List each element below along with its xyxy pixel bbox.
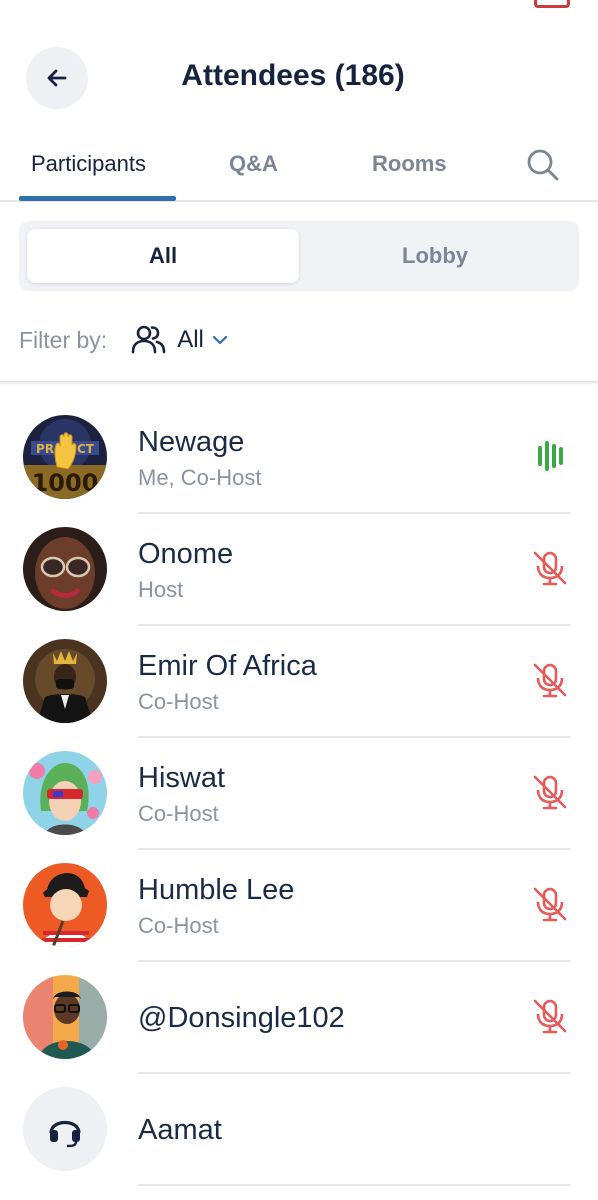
list-item[interactable]: PROJECT 1000 Newage Me, Co-Host bbox=[0, 400, 598, 514]
avatar[interactable] bbox=[23, 639, 107, 723]
tab-rooms[interactable]: Rooms bbox=[372, 151, 447, 177]
filter-bar: Filter by: All bbox=[19, 318, 228, 362]
tab-qa[interactable]: Q&A bbox=[229, 151, 278, 177]
people-icon[interactable] bbox=[129, 321, 167, 359]
section-divider bbox=[0, 381, 598, 385]
avatar[interactable] bbox=[23, 1087, 107, 1171]
project-1000-avatar-image: PROJECT 1000 bbox=[23, 415, 107, 499]
row-divider bbox=[138, 1184, 571, 1186]
active-tab-indicator bbox=[19, 196, 176, 201]
avatar[interactable]: PROJECT 1000 bbox=[23, 415, 107, 499]
crowned-man-avatar-image bbox=[23, 639, 107, 723]
participant-name: Hiswat bbox=[138, 762, 226, 794]
mic-off-icon[interactable] bbox=[530, 884, 570, 924]
glasses-man-avatar-image bbox=[23, 975, 107, 1059]
participant-segment-control: All Lobby bbox=[19, 221, 579, 291]
header: Attendees (186) bbox=[0, 47, 598, 111]
avatar[interactable] bbox=[23, 863, 107, 947]
list-item[interactable]: Onome Host bbox=[0, 512, 598, 626]
woman-avatar-image bbox=[23, 527, 107, 611]
mic-off-icon[interactable] bbox=[530, 996, 570, 1036]
tab-bar: Participants Q&A Rooms bbox=[0, 138, 598, 202]
mic-off-icon[interactable] bbox=[530, 548, 570, 588]
participant-role: Co-Host bbox=[138, 689, 219, 714]
search-icon bbox=[527, 149, 559, 181]
page-title-text: Attendees (186) bbox=[181, 59, 405, 92]
filter-label: Filter by: bbox=[19, 326, 108, 353]
search-button[interactable] bbox=[526, 148, 560, 182]
avatar[interactable] bbox=[23, 975, 107, 1059]
participant-name: @Donsingle102 bbox=[138, 1002, 345, 1034]
tab-participants[interactable]: Participants bbox=[31, 151, 146, 177]
participant-role: Co-Host bbox=[138, 913, 219, 938]
participant-name: Aamat bbox=[138, 1114, 222, 1146]
page-title: Attendees (186) bbox=[0, 59, 586, 93]
status-bar-badge bbox=[534, 0, 570, 8]
mic-off-icon[interactable] bbox=[530, 660, 570, 700]
list-item[interactable]: Hiswat Co-Host bbox=[0, 736, 598, 850]
filter-dropdown-value[interactable]: All bbox=[177, 326, 204, 354]
participant-name: Humble Lee bbox=[138, 874, 295, 906]
headset-icon bbox=[49, 1120, 81, 1148]
list-item[interactable]: Emir Of Africa Co-Host bbox=[0, 624, 598, 738]
avatar[interactable] bbox=[23, 527, 107, 611]
list-item[interactable]: @Donsingle102 bbox=[0, 960, 598, 1074]
participant-role: Co-Host bbox=[138, 801, 219, 826]
avatar[interactable] bbox=[23, 751, 107, 835]
green-hair-avatar-image bbox=[23, 751, 107, 835]
participant-role: Host bbox=[138, 577, 184, 602]
segment-all[interactable]: All bbox=[27, 229, 299, 283]
chevron-down-icon[interactable] bbox=[212, 332, 228, 348]
speaking-indicator-icon bbox=[538, 441, 563, 471]
participant-name: Emir Of Africa bbox=[138, 650, 317, 682]
cartoon-boy-avatar-image bbox=[23, 863, 107, 947]
participant-role: Me, Co-Host bbox=[138, 465, 262, 490]
svg-text:1000: 1000 bbox=[32, 469, 99, 497]
participant-name: Onome bbox=[138, 538, 234, 570]
segment-lobby[interactable]: Lobby bbox=[299, 229, 571, 283]
mic-off-icon[interactable] bbox=[530, 772, 570, 812]
list-item[interactable]: Humble Lee Co-Host bbox=[0, 848, 598, 962]
participant-name: Newage bbox=[138, 426, 245, 458]
list-item[interactable]: Aamat bbox=[0, 1072, 598, 1186]
